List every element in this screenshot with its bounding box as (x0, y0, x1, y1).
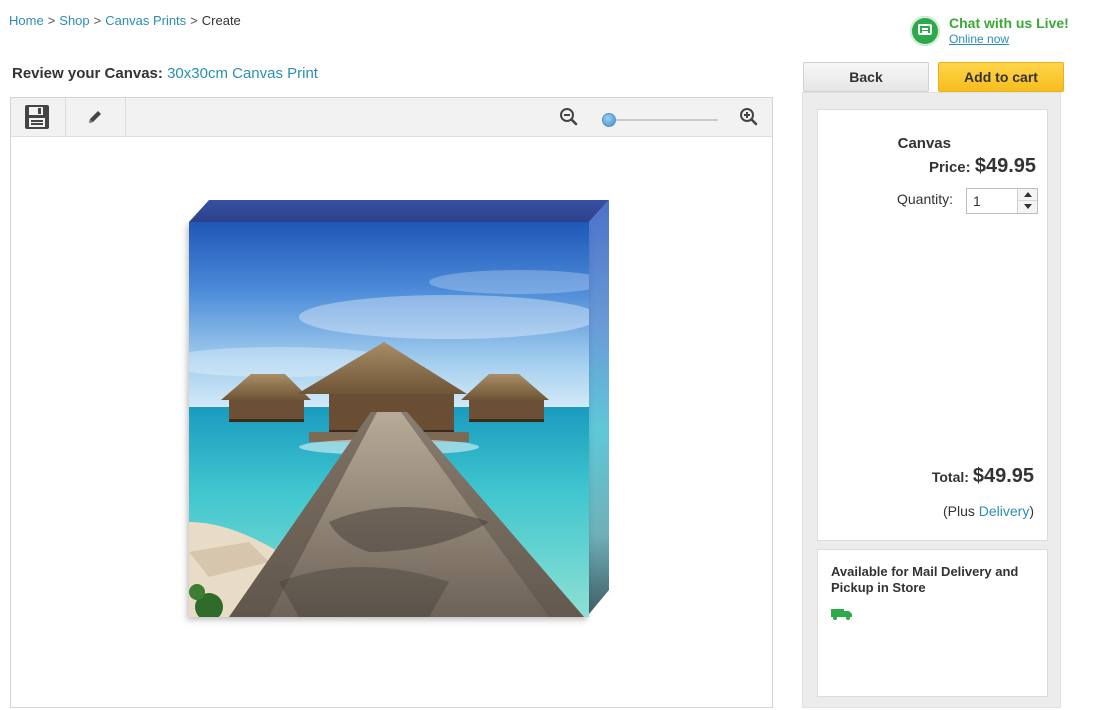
zoom-out-icon[interactable] (559, 107, 579, 127)
chat-bubble-icon[interactable] (910, 16, 940, 46)
breadcrumb-canvas-prints[interactable]: Canvas Prints (105, 13, 186, 28)
canvas-preview[interactable] (189, 200, 624, 620)
availability-box: Available for Mail Delivery and Pickup i… (817, 549, 1048, 697)
save-icon (25, 105, 49, 129)
total-price: Total: $49.95 (932, 465, 1034, 488)
canvas-area (11, 137, 772, 707)
breadcrumb-separator: > (93, 13, 102, 28)
price-value: $49.95 (974, 155, 1036, 177)
delivery-note: (Plus Delivery) (943, 503, 1034, 519)
quantity-label: Quantity: (897, 191, 954, 207)
price-box: Canvas Price: $49.95 Quantity: Total: $4… (817, 109, 1048, 541)
breadcrumb-separator: > (190, 13, 198, 28)
save-button[interactable] (11, 98, 66, 136)
product-name: Canvas (897, 135, 951, 152)
canvas-editor (10, 97, 773, 708)
delivery-prefix: (Plus (942, 503, 975, 519)
product-link[interactable]: 30x30cm Canvas Print (167, 65, 318, 82)
zoom-in-icon[interactable] (739, 107, 759, 127)
price-label: Price: (928, 159, 971, 176)
breadcrumb-home[interactable]: Home (9, 13, 44, 28)
pencil-icon (89, 111, 101, 123)
breadcrumb: Home > Shop > Canvas Prints > Create (9, 13, 241, 28)
live-chat-widget[interactable]: Chat with us Live! Online now (910, 14, 1095, 48)
truck-icon (831, 609, 852, 620)
zoom-slider-thumb[interactable] (602, 113, 616, 127)
delivery-suffix: ) (1029, 503, 1034, 519)
unit-price: Price: $49.95 (929, 155, 1036, 178)
edit-button[interactable] (65, 98, 126, 136)
quantity-increase-button[interactable] (1018, 189, 1037, 201)
breadcrumb-separator: > (47, 13, 56, 28)
total-label: Total: (931, 469, 969, 485)
canvas-photo (189, 222, 589, 617)
chat-title[interactable]: Chat with us Live! (949, 15, 1069, 31)
canvas-top-edge (189, 200, 609, 222)
breadcrumb-shop[interactable]: Shop (59, 13, 89, 28)
chat-online-link[interactable]: Online now (949, 32, 1009, 46)
availability-text: Available for Mail Delivery and Pickup i… (831, 564, 1019, 595)
page-title: Review your Canvas: 30x30cm Canvas Print (12, 65, 318, 82)
quantity-input[interactable] (967, 189, 1021, 213)
quantity-decrease-button[interactable] (1018, 201, 1037, 213)
quantity-spinner (1017, 189, 1037, 213)
add-to-cart-button[interactable]: Add to cart (938, 62, 1064, 92)
order-side-panel: Canvas Price: $49.95 Quantity: Total: $4… (802, 92, 1061, 708)
editor-toolbar (11, 98, 772, 137)
delivery-link[interactable]: Delivery (979, 503, 1030, 519)
back-button[interactable]: Back (803, 62, 929, 92)
breadcrumb-current: Create (201, 13, 241, 28)
total-value: $49.95 (972, 465, 1034, 487)
zoom-slider-track[interactable] (603, 119, 718, 121)
quantity-stepper[interactable] (966, 188, 1038, 214)
review-label: Review your Canvas: (12, 65, 163, 82)
